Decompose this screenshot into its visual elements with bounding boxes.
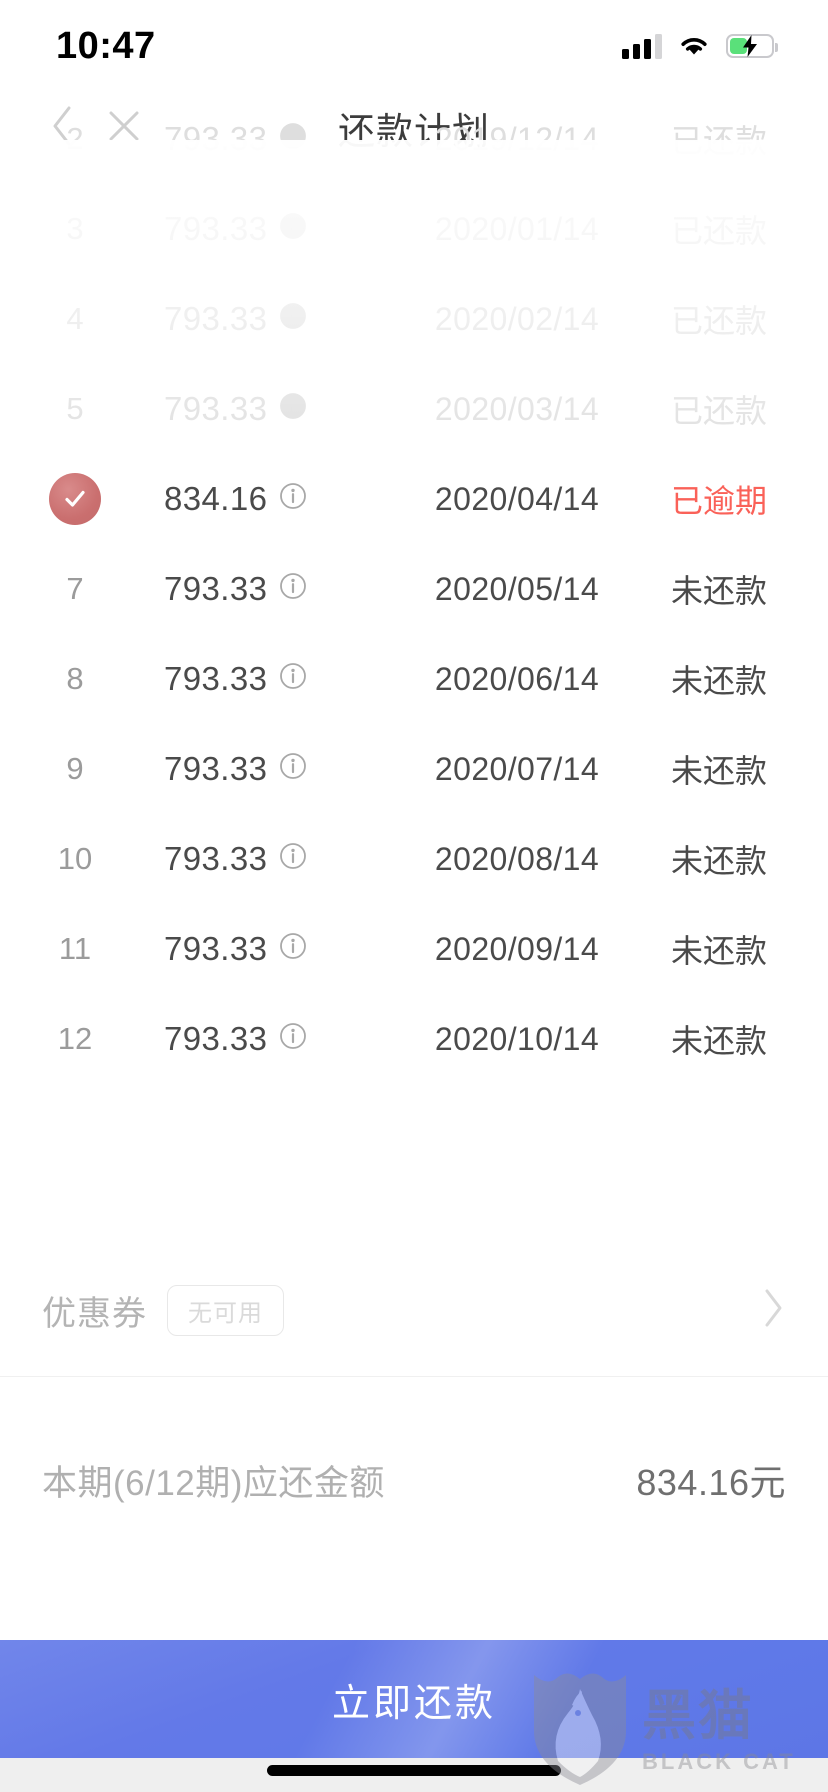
row-due-date: 2020/10/14 [434,1020,600,1057]
row-amount-cell: 793.33 [150,660,382,698]
info-circle-icon[interactable] [279,120,307,158]
cellular-signal-icon [622,33,662,59]
row-amount-cell: 793.33 [150,570,382,608]
row-amount-cell: 793.33 [150,210,382,248]
row-amount: 793.33 [164,210,268,247]
row-status-badge: 未还款 [670,843,767,879]
row-amount: 793.33 [164,1020,268,1057]
coupon-row[interactable]: 优惠券 无可用 [0,1250,828,1370]
row-status-badge: 已还款 [670,393,767,429]
row-due-date: 2020/04/14 [434,480,600,517]
row-due-date: 2020/01/14 [434,210,600,247]
row-status-badge: 未还款 [670,573,767,609]
row-amount: 793.33 [164,570,268,607]
table-row[interactable]: 5 793.33 2020/03/14 已还款 [0,364,828,454]
table-row[interactable]: 8 793.33 2020/06/14 未还款 [0,634,828,724]
row-selected-indicator [0,473,150,525]
coupon-label: 优惠券 [42,1294,147,1333]
row-amount: 793.33 [164,840,268,877]
row-amount: 793.33 [164,750,268,787]
row-status-badge: 未还款 [670,933,767,969]
info-circle-icon[interactable] [279,300,307,338]
info-circle-icon[interactable] [279,840,307,878]
info-circle-icon[interactable] [279,660,307,698]
row-amount-cell: 793.33 [150,390,382,428]
phone-screen: 10:47 还款计划 2 793.33 2019/12/14 已还款 3 793… [0,0,828,1792]
row-amount-cell: 793.33 [150,300,382,338]
row-index: 4 [66,301,84,336]
home-indicator[interactable] [267,1765,561,1776]
row-due-date: 2019/12/14 [434,120,600,157]
info-circle-icon[interactable] [279,930,307,968]
row-status-badge: 已还款 [670,303,767,339]
info-circle-icon[interactable] [279,390,307,428]
repayment-schedule-list[interactable]: 2 793.33 2019/12/14 已还款 3 793.33 2020/01/14 已还款… [0,94,828,1204]
row-index: 11 [58,931,92,966]
repay-now-button[interactable]: 立即还款 [0,1640,828,1758]
row-amount: 793.33 [164,390,268,427]
table-row[interactable]: 3 793.33 2020/01/14 已还款 [0,184,828,274]
row-amount-cell: 793.33 [150,930,382,968]
info-circle-icon[interactable] [279,750,307,788]
row-amount: 834.16 [164,480,268,517]
total-due-label: 本期(6/12期)应还金额 [42,1463,385,1503]
row-status-badge: 已还款 [670,213,767,249]
row-index: 12 [57,1021,93,1056]
bottom-spacer [0,1545,828,1640]
row-index: 10 [57,841,93,876]
row-due-date: 2020/03/14 [434,390,600,427]
total-due-row: 本期(6/12期)应还金额 834.16元 [0,1420,828,1540]
row-index: 9 [66,751,84,786]
row-index: 7 [66,571,84,606]
status-icons [622,33,778,59]
row-amount-cell: 793.33 [150,1020,382,1058]
row-amount-cell: 793.33 [150,840,382,878]
wifi-icon [678,34,710,58]
row-index: 2 [66,121,84,156]
row-index: 5 [66,391,84,426]
row-amount-cell: 834.16 [150,480,382,518]
status-time: 10:47 [56,24,156,67]
chevron-right-icon[interactable] [760,1286,786,1335]
table-row[interactable]: 834.16 2020/04/14 已逾期 [0,454,828,544]
total-due-value: 834.16元 [636,1462,786,1503]
coupon-availability-badge: 无可用 [167,1284,284,1336]
info-circle-icon[interactable] [279,1020,307,1058]
section-divider [0,1376,828,1377]
row-due-date: 2020/05/14 [434,570,600,607]
info-circle-icon[interactable] [279,570,307,608]
row-due-date: 2020/02/14 [434,300,600,337]
row-index: 3 [66,211,84,246]
row-status-badge: 未还款 [670,1023,767,1059]
row-status-badge: 已逾期 [670,483,767,519]
table-row[interactable]: 7 793.33 2020/05/14 未还款 [0,544,828,634]
battery-charging-icon [726,34,778,58]
table-row[interactable]: 11 793.33 2020/09/14 未还款 [0,904,828,994]
row-amount: 793.33 [164,300,268,337]
row-status-badge: 未还款 [670,663,767,699]
table-row[interactable]: 2 793.33 2019/12/14 已还款 [0,94,828,184]
status-bar: 10:47 [0,0,828,92]
table-row[interactable]: 10 793.33 2020/08/14 未还款 [0,814,828,904]
row-due-date: 2020/08/14 [434,840,600,877]
row-due-date: 2020/06/14 [434,660,600,697]
table-row[interactable]: 4 793.33 2020/02/14 已还款 [0,274,828,364]
info-circle-icon[interactable] [279,480,307,518]
row-status-badge: 已还款 [670,123,767,159]
check-circle-icon [49,473,101,525]
row-amount: 793.33 [164,120,268,157]
row-index: 8 [66,661,84,696]
table-row[interactable]: 12 793.33 2020/10/14 未还款 [0,994,828,1084]
row-due-date: 2020/07/14 [434,750,600,787]
row-due-date: 2020/09/14 [434,930,600,967]
row-amount-cell: 793.33 [150,120,382,158]
row-amount: 793.33 [164,930,268,967]
table-row[interactable]: 9 793.33 2020/07/14 未还款 [0,724,828,814]
info-circle-icon[interactable] [279,210,307,248]
row-amount-cell: 793.33 [150,750,382,788]
repay-now-label: 立即还款 [331,1682,496,1725]
row-amount: 793.33 [164,660,268,697]
row-status-badge: 未还款 [670,753,767,789]
